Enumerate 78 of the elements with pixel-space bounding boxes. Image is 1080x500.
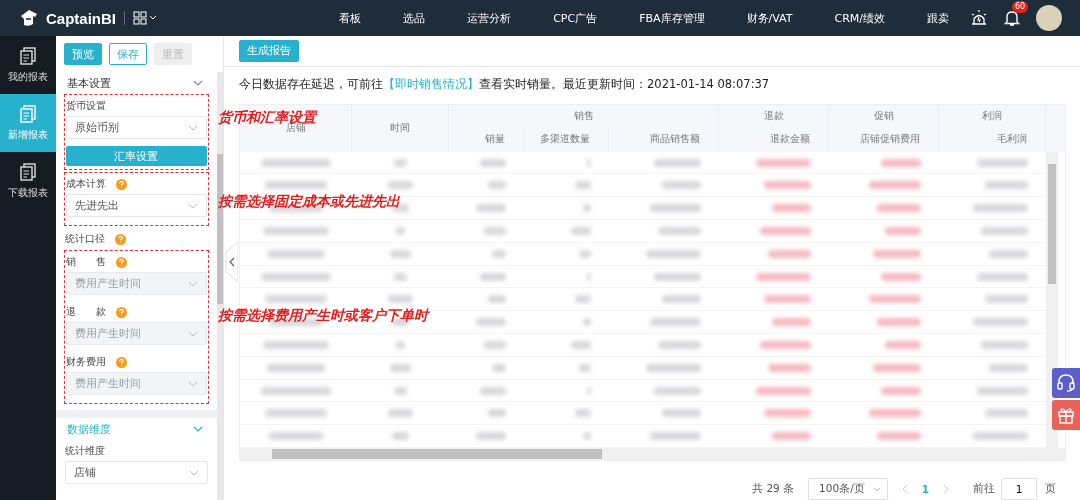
select-field: 费用产生时间 — [65, 322, 207, 345]
column-header: 商品销售额 — [609, 127, 719, 152]
document-icon — [19, 46, 36, 65]
field-label: 销 售 — [65, 255, 106, 269]
column-header: 销量 — [449, 127, 524, 152]
alarm-light-icon[interactable] — [970, 9, 988, 27]
chevron-down-icon — [188, 280, 198, 287]
side-nav-item[interactable]: 我的报表 — [0, 36, 56, 94]
notice-text: 今日数据存在延迟，可前往【即时销售情况】查看实时销量。最近更新时间：2021-01-14 08:07:37 — [239, 76, 771, 92]
chevron-down-icon — [189, 469, 199, 476]
next-page-icon[interactable] — [943, 484, 949, 494]
previous-page-icon[interactable] — [901, 484, 908, 494]
nav-link[interactable]: 跟卖 — [906, 10, 970, 26]
column-header: 店铺促销费用 — [829, 127, 939, 152]
nav-link[interactable]: 财务/VAT — [725, 10, 814, 26]
nav-link[interactable]: 选品 — [382, 10, 447, 26]
goto-label: 前往 — [973, 482, 995, 496]
total-count: 共 29 条 — [752, 482, 795, 496]
logo-text[interactable]: CaptainBI — [46, 9, 116, 27]
chevron-down-icon — [193, 426, 203, 432]
column-header: 毛利润 — [939, 127, 1046, 152]
annotation-text: 按需选择固定成本或先进先出 — [218, 193, 400, 211]
field-label: 货币设置 — [65, 99, 106, 113]
nav-link[interactable]: FBA库存管理 — [618, 10, 726, 26]
field-label: 退 款 — [65, 305, 106, 319]
section-header[interactable]: 基本设置 — [63, 72, 209, 94]
page-suffix: 页 — [1045, 482, 1056, 496]
help-icon[interactable] — [115, 256, 127, 268]
bell-icon[interactable] — [1004, 9, 1020, 27]
chevron-down-icon — [188, 202, 198, 209]
select-field[interactable]: 原始币别 — [65, 116, 207, 139]
column-header: 促销 — [829, 104, 939, 128]
chevron-down-icon — [872, 486, 881, 492]
horizontal-scrollbar[interactable] — [240, 448, 1065, 460]
page-input[interactable]: 1 — [1001, 478, 1037, 500]
section-title: 数据维度 — [66, 421, 111, 437]
avatar[interactable] — [1036, 5, 1062, 31]
help-icon[interactable] — [115, 178, 127, 190]
select-field: 费用产生时间 — [65, 272, 207, 295]
chevron-down-icon — [188, 330, 198, 337]
select-field[interactable]: 先进先出 — [65, 194, 207, 217]
gift-button[interactable] — [1052, 400, 1080, 430]
select-field: 费用产生时间 — [65, 372, 207, 395]
field-label: 统计口径 — [64, 232, 105, 246]
nav-link[interactable]: CPC广告 — [532, 10, 619, 26]
annotation-text: 按需选择费用产生时或客户下单时 — [218, 307, 428, 325]
column-header: 时间 — [352, 104, 449, 152]
document-icon — [19, 162, 36, 181]
field-label: 统计维度 — [64, 444, 105, 458]
chevron-down-icon — [188, 124, 198, 131]
side-nav-item[interactable]: 下载报表 — [0, 152, 56, 210]
apps-grid-icon[interactable] — [133, 11, 159, 25]
support-button[interactable] — [1052, 368, 1080, 398]
gift-icon — [1057, 406, 1075, 424]
nav-link[interactable]: 运营分析 — [446, 10, 533, 26]
help-icon[interactable] — [114, 233, 126, 245]
notification-badge: 60 — [1012, 1, 1029, 13]
vertical-scrollbar[interactable] — [1046, 151, 1058, 448]
help-icon[interactable] — [115, 306, 127, 318]
section-title: 基本设置 — [66, 75, 111, 91]
nav-link[interactable]: CRM/绩效 — [813, 10, 906, 26]
chevron-down-icon — [193, 80, 203, 86]
help-icon[interactable] — [115, 356, 127, 368]
nav-link[interactable]: 看板 — [318, 10, 383, 26]
document-icon — [19, 104, 36, 123]
column-header: 退款 — [719, 104, 829, 128]
select-field[interactable]: 店铺 — [64, 461, 208, 484]
headset-icon — [1057, 373, 1075, 393]
column-header: 利润 — [939, 104, 1046, 128]
field-label: 成本计算 — [65, 177, 106, 191]
column-header: 多渠道数量 — [524, 127, 609, 152]
page-size-select[interactable]: 100条/页 — [808, 478, 888, 500]
column-header: 退款金额 — [719, 127, 829, 152]
column-header: 销售 — [449, 104, 719, 128]
chevron-down-icon — [188, 380, 198, 387]
annotation-text: 货币和汇率设置 — [218, 109, 316, 125]
field-label: 财务费用 — [65, 355, 106, 369]
collapse-tab-icon[interactable] — [224, 241, 238, 282]
